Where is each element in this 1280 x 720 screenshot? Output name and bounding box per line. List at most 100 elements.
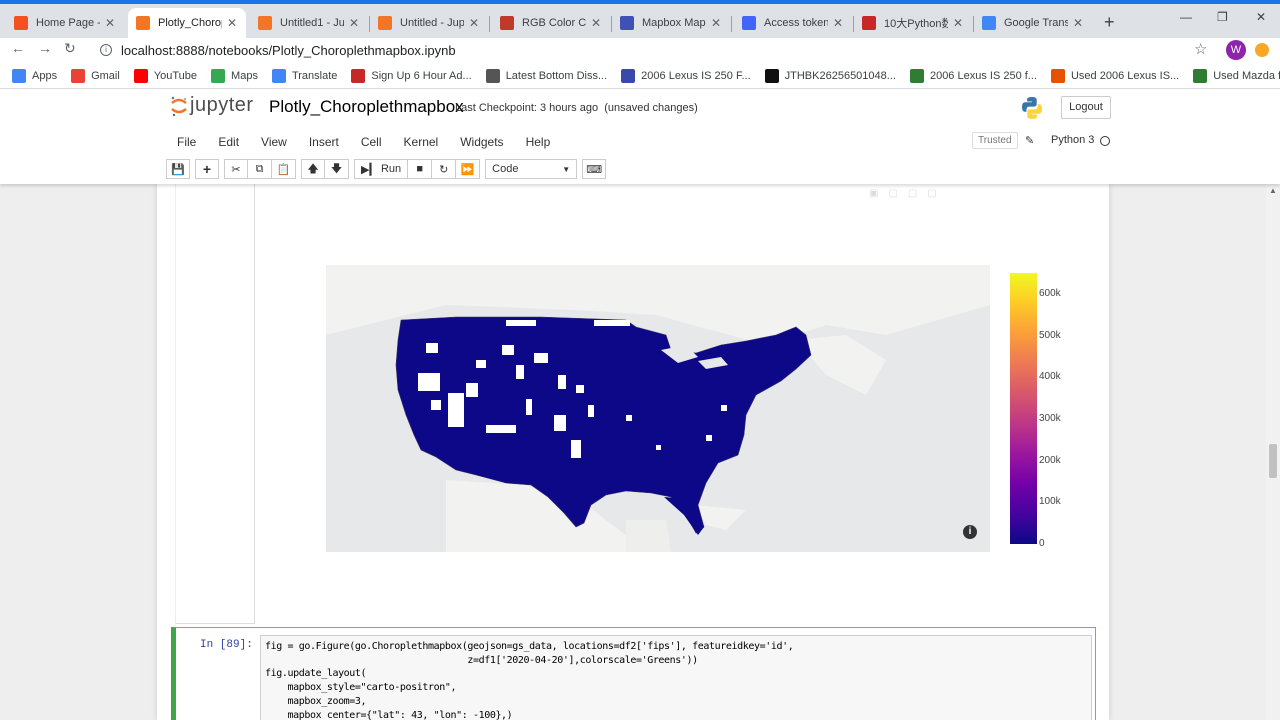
- code-editor[interactable]: fig = go.Figure(go.Choroplethmapbox(geoj…: [260, 635, 1092, 720]
- checkpoint-status: Last Checkpoint: 3 hours ago (unsaved ch…: [455, 102, 698, 114]
- menu-help[interactable]: Help: [515, 135, 562, 149]
- browser-tab[interactable]: Mapbox Map L ✕: [612, 8, 730, 38]
- bookmark-item[interactable]: Translate: [271, 68, 338, 83]
- interrupt-stop-icon[interactable]: ■: [408, 159, 433, 179]
- jupyter-tab-icon: [136, 16, 150, 30]
- notebook-name[interactable]: Plotly_Choroplethmapbox: [269, 97, 464, 117]
- run-button[interactable]: ▶▎ Run: [354, 159, 409, 179]
- menu-edit[interactable]: Edit: [207, 135, 250, 149]
- menu-view[interactable]: View: [250, 135, 298, 149]
- browser-tab[interactable]: Plotly_Choropl ✕: [128, 8, 246, 38]
- close-tab-icon[interactable]: ✕: [710, 16, 722, 30]
- code-line: fig.update_layout(: [265, 668, 367, 680]
- bookmark-item[interactable]: 2006 Lexus IS 250 F...: [621, 68, 751, 83]
- bookmark-label: Translate: [291, 69, 338, 82]
- cut-scissors-icon[interactable]: ✂: [224, 159, 248, 179]
- insert-cell-plus-icon[interactable]: +: [195, 159, 219, 179]
- tab-title: Plotly_Choropl: [158, 17, 222, 29]
- scroll-up-arrow-icon[interactable]: ▲: [1269, 186, 1277, 195]
- paste-icon[interactable]: 📋: [272, 159, 296, 179]
- bookmark-label: Gmail: [91, 69, 120, 82]
- bookmark-item[interactable]: Latest Bottom Diss...: [485, 68, 607, 83]
- menu-kernel[interactable]: Kernel: [393, 135, 450, 149]
- green-circle-icon: [909, 68, 924, 83]
- bookmark-star-icon[interactable]: ☆: [1194, 40, 1207, 58]
- jupyter-logo[interactable]: jupyter: [170, 94, 254, 117]
- close-tab-icon[interactable]: ✕: [468, 16, 480, 30]
- globe-icon: [485, 68, 500, 83]
- mapbox-doc-icon: [620, 16, 634, 30]
- browser-tab[interactable]: RGB Color Cod ✕: [492, 8, 610, 38]
- close-tab-icon[interactable]: ✕: [348, 16, 360, 30]
- close-tab-icon[interactable]: ✕: [952, 16, 964, 30]
- scrollbar-thumb[interactable]: [1269, 444, 1277, 478]
- trusted-badge[interactable]: Trusted: [972, 132, 1018, 149]
- colorbar: [1010, 273, 1037, 544]
- bookmark-item[interactable]: Apps: [12, 68, 57, 83]
- forward-arrow-icon[interactable]: →: [38, 40, 52, 56]
- browser-tab[interactable]: Untitled - Jupy ✕: [370, 8, 488, 38]
- site-info-icon[interactable]: i: [100, 44, 112, 56]
- browser-tab[interactable]: Access tokens ✕: [734, 8, 852, 38]
- kernel-name[interactable]: Python 3: [1051, 134, 1094, 146]
- browser-tab[interactable]: 10大Python数 ✕: [854, 8, 972, 38]
- command-palette-keyboard-icon[interactable]: ⌨: [582, 159, 607, 179]
- colorbar-tick-label: 400k: [1039, 371, 1061, 383]
- colorbar-tick-label: 200k: [1039, 454, 1061, 466]
- extension-icon[interactable]: [1255, 43, 1269, 57]
- tab-title: Access tokens: [764, 17, 828, 29]
- bookmark-item[interactable]: YouTube: [133, 68, 198, 83]
- new-tab-button[interactable]: +: [1104, 12, 1115, 33]
- bookmark-label: 2006 Lexus IS 250 F...: [641, 69, 751, 82]
- bookmark-item[interactable]: Gmail: [71, 68, 120, 83]
- browser-tab-strip: Home Page - S✕Plotly_Choropl✕Untitled1 -…: [0, 0, 1280, 38]
- bookmark-item[interactable]: Maps: [211, 68, 258, 83]
- move-up-arrow-icon[interactable]: 🡅: [301, 159, 325, 179]
- back-arrow-icon[interactable]: ←: [11, 40, 25, 56]
- plotly-modebar[interactable]: ▣▢▢▢: [869, 188, 947, 199]
- menu-widgets[interactable]: Widgets: [449, 135, 514, 149]
- close-tab-icon[interactable]: ✕: [590, 16, 602, 30]
- menu-cell[interactable]: Cell: [350, 135, 393, 149]
- c-square-icon: [764, 68, 779, 83]
- bookmark-label: YouTube: [153, 69, 198, 82]
- reload-icon[interactable]: ↻: [64, 40, 76, 57]
- code-cell[interactable]: In [89]: fig = go.Figure(go.Choroplethma…: [171, 627, 1096, 720]
- address-bar[interactable]: i localhost:8888/notebooks/Plotly_Chorop…: [88, 38, 1218, 62]
- browser-tab[interactable]: Home Page - S ✕: [6, 8, 124, 38]
- close-tab-icon[interactable]: ✕: [832, 16, 844, 30]
- bookmark-item[interactable]: Sign Up 6 Hour Ad...: [351, 68, 472, 83]
- output-prompt-area[interactable]: [175, 184, 255, 624]
- bookmark-item[interactable]: Used 2006 Lexus IS...: [1050, 68, 1179, 83]
- bookmark-item[interactable]: Used Mazda for Sal...: [1193, 68, 1280, 83]
- browser-tab[interactable]: Untitled1 - Jup ✕: [250, 8, 368, 38]
- move-down-arrow-icon[interactable]: 🡇: [325, 159, 349, 179]
- bookmark-item[interactable]: 2006 Lexus IS 250 f...: [909, 68, 1037, 83]
- map-attribution-info-icon[interactable]: i: [963, 525, 977, 539]
- close-window-button[interactable]: ✕: [1256, 10, 1266, 24]
- notebook-scrollbar[interactable]: ▲: [1266, 184, 1280, 720]
- kernel-idle-indicator-icon: [1100, 136, 1110, 146]
- save-icon[interactable]: 💾: [166, 159, 190, 179]
- restore-button[interactable]: ❐: [1217, 10, 1228, 24]
- restart-kernel-icon[interactable]: ↻: [432, 159, 457, 179]
- bookmark-item[interactable]: JTHBK26256501048...: [764, 68, 896, 83]
- profile-avatar[interactable]: W: [1226, 40, 1246, 60]
- checkpoint-text: Last Checkpoint: 3 hours ago: [455, 102, 599, 114]
- close-tab-icon[interactable]: ✕: [1072, 16, 1084, 30]
- tab-title: RGB Color Cod: [522, 17, 586, 29]
- restart-run-all-icon[interactable]: ⏩: [456, 159, 481, 179]
- choropleth-map[interactable]: [326, 265, 990, 552]
- browser-tab[interactable]: Google Transla ✕: [974, 8, 1092, 38]
- close-tab-icon[interactable]: ✕: [226, 16, 238, 30]
- minimize-button[interactable]: —: [1180, 10, 1192, 24]
- menu-insert[interactable]: Insert: [298, 135, 350, 149]
- copy-icon[interactable]: ⧉: [248, 159, 272, 179]
- close-tab-icon[interactable]: ✕: [104, 16, 116, 30]
- menu-file[interactable]: File: [166, 135, 207, 149]
- home-page-icon: [14, 16, 28, 30]
- logout-button[interactable]: Logout: [1061, 96, 1111, 119]
- cell-type-select[interactable]: Code ▼: [485, 159, 578, 179]
- maps-pin-icon: [211, 68, 226, 83]
- green-circle-icon: [1193, 68, 1208, 83]
